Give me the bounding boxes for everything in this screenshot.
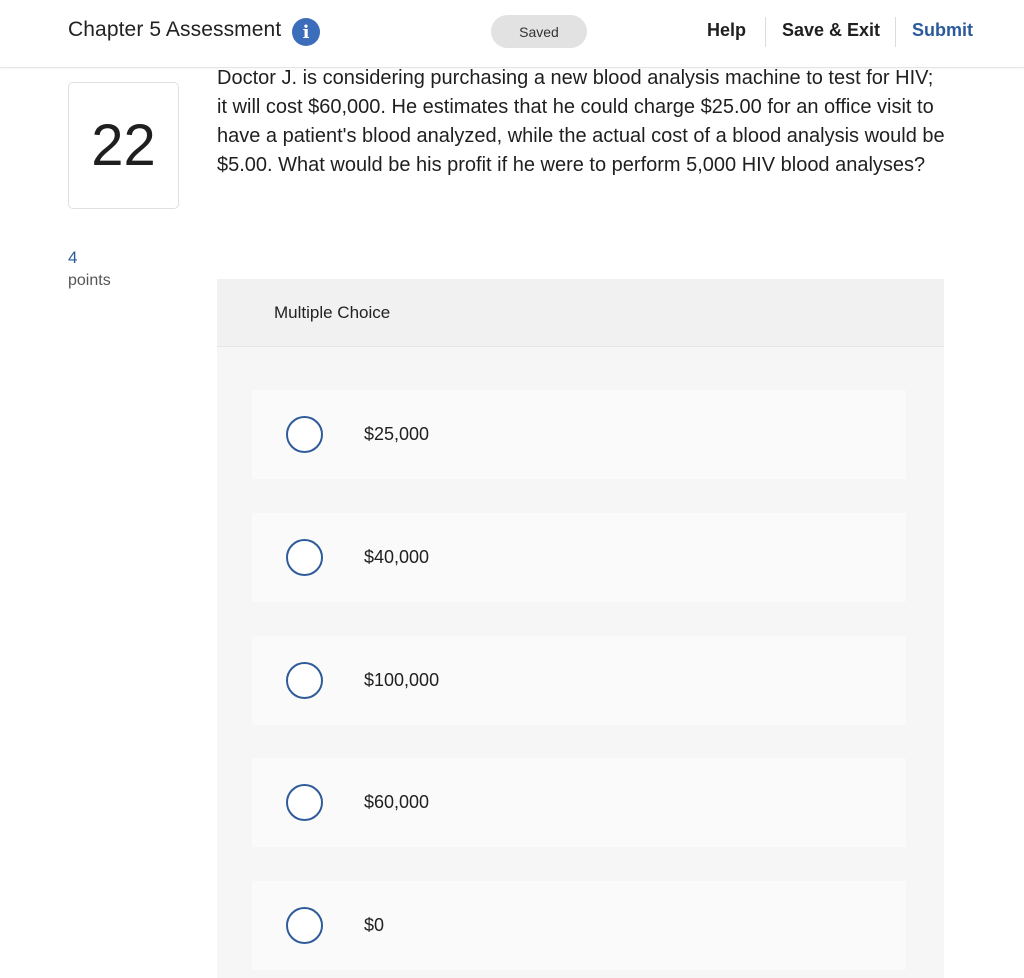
multiple-choice-header: Multiple Choice — [217, 279, 944, 347]
answer-option-label: $40,000 — [364, 547, 430, 567]
answer-option[interactable]: $60,000 — [252, 758, 906, 847]
answer-option-label: $60,000 — [364, 792, 430, 812]
divider — [895, 17, 896, 47]
question-type-label: Multiple Choice — [274, 303, 391, 322]
top-bar: Chapter 5 Assessment i Saved Help Save &… — [0, 0, 1024, 68]
save-exit-link[interactable]: Save & Exit — [782, 20, 880, 41]
radio-button[interactable] — [286, 907, 323, 944]
answer-option[interactable]: $100,000 — [252, 636, 906, 725]
answer-option-label: $0 — [364, 915, 385, 935]
answer-option-label: $100,000 — [364, 670, 440, 690]
question-number: 22 — [68, 82, 179, 209]
points-value: 4 — [68, 248, 78, 267]
info-icon[interactable]: i — [292, 18, 320, 46]
divider — [765, 17, 766, 47]
answer-options: $25,000 $40,000 $100,000 $60,000 $0 — [217, 347, 944, 978]
answer-option[interactable]: $40,000 — [252, 513, 906, 602]
saved-status-badge: Saved — [491, 15, 587, 48]
radio-button[interactable] — [286, 539, 323, 576]
radio-button[interactable] — [286, 662, 323, 699]
submit-link[interactable]: Submit — [912, 20, 973, 41]
multiple-choice-panel: Multiple Choice $25,000 $40,000 $100,000… — [217, 279, 944, 978]
points-label: points — [68, 272, 111, 289]
answer-option-label: $25,000 — [364, 424, 430, 444]
question-prompt: Doctor J. is considering purchasing a ne… — [217, 67, 945, 176]
radio-button[interactable] — [286, 416, 323, 453]
help-link[interactable]: Help — [707, 20, 746, 41]
assessment-title: Chapter 5 Assessment — [68, 18, 282, 41]
answer-option[interactable]: $0 — [252, 881, 906, 970]
answer-option[interactable]: $25,000 — [252, 390, 906, 479]
radio-button[interactable] — [286, 784, 323, 821]
